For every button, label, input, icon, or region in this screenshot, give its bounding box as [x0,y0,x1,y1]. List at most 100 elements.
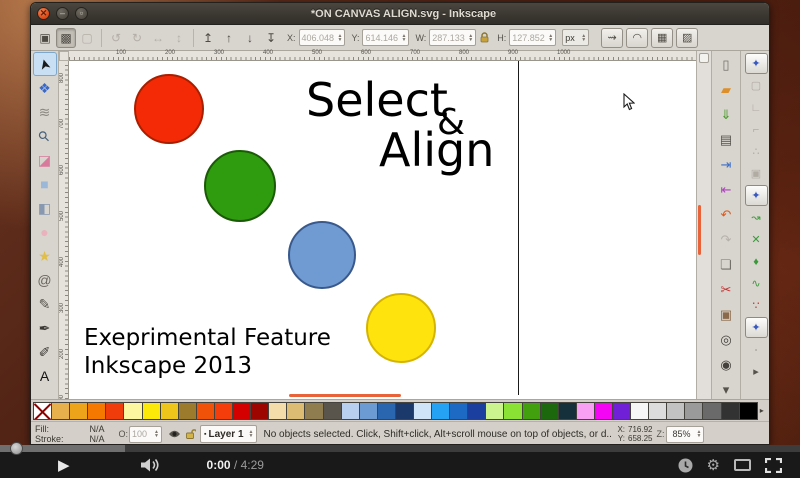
stroke-value[interactable]: N/A [90,434,105,444]
palette-swatch-0[interactable] [33,402,52,420]
copy-button[interactable]: ❏ [714,253,738,277]
select-all-in-layers-button[interactable]: ▩ [56,28,76,48]
units-dropdown[interactable]: px ▲▼ [562,29,589,46]
layer-dropdown[interactable]: ▪ Layer 1 ▲▼ [200,425,257,443]
palette-swatch-5[interactable] [123,402,142,420]
fullscreen-icon[interactable] [765,458,782,473]
canvas-text-select[interactable]: Select [306,77,448,123]
palette-swatch-30[interactable] [576,402,595,420]
affect-corner-scale-button[interactable]: ◠ [626,28,648,48]
snap-cusp-nodes-button[interactable]: ♦ [745,251,768,272]
snap-enable-button[interactable]: ✦ [745,53,768,74]
window-close-button[interactable]: ✕ [37,7,50,20]
calligraphy-tool-button[interactable]: ✐ [33,340,57,364]
h-field[interactable]: 127.852 ▲▼ [509,29,556,46]
pencil-tool-button[interactable]: ✎ [33,292,57,316]
vertical-scrollbar[interactable] [696,51,711,399]
snap-bbox-edges-button[interactable]: ∟ [745,97,768,118]
red-circle[interactable] [134,74,204,144]
video-progress-bar[interactable] [0,445,800,452]
palette-swatch-37[interactable] [702,402,721,420]
palette-swatch-11[interactable] [232,402,251,420]
canvas-text-caption1[interactable]: Exeprimental Feature [84,327,331,350]
flip-vertical-button[interactable]: ↕ [169,28,189,48]
zoom-to-drawing-button[interactable]: ◎ [714,328,738,352]
h-spinner[interactable]: ▲▼ [548,34,553,42]
snap-nodes-button[interactable]: ✦ [745,185,768,206]
volume-icon[interactable] [140,457,162,473]
export-bitmap-button[interactable]: ⇤ [714,178,738,202]
y-field[interactable]: 614.146 ▲▼ [362,29,409,46]
palette-swatch-7[interactable] [160,402,179,420]
window-minimize-button[interactable]: – [56,7,69,20]
palette-swatch-35[interactable] [666,402,685,420]
palette-swatch-13[interactable] [268,402,287,420]
palette-swatch-38[interactable] [721,402,740,420]
save-document-button[interactable]: ⇓ [714,103,738,127]
print-document-button[interactable]: ▤ [714,128,738,152]
selector-tool-button[interactable]: ➤ [33,52,57,76]
canvas-text-align[interactable]: Align [379,127,494,173]
spiral-tool-button[interactable]: @ [33,268,57,292]
select-all-button[interactable]: ▣ [35,28,55,48]
theater-mode-icon[interactable] [734,459,751,471]
window-titlebar[interactable]: ✕ – ▫ *ON CANVAS ALIGN.svg - Inkscape [31,3,769,25]
green-circle[interactable] [204,150,276,222]
palette-swatch-25[interactable] [485,402,504,420]
palette-swatch-22[interactable] [431,402,450,420]
affect-pattern-move-button[interactable]: ▨ [676,28,698,48]
palette-swatch-36[interactable] [684,402,703,420]
eraser-tool-button[interactable]: ◪ [33,148,57,172]
palette-swatch-9[interactable] [196,402,215,420]
palette-swatch-18[interactable] [359,402,378,420]
palette-swatch-31[interactable] [594,402,613,420]
palette-swatch-12[interactable] [250,402,269,420]
rectangle-tool-button[interactable]: ■ [33,172,57,196]
palette-swatch-34[interactable] [648,402,667,420]
layer-unlock-icon[interactable] [185,428,196,440]
vertical-scrollbar-thumb[interactable] [698,205,701,255]
flip-horizontal-button[interactable]: ↔ [148,28,168,48]
pen-tool-button[interactable]: ✒ [33,316,57,340]
snap-path-intersections-button[interactable]: ✕ [745,229,768,250]
watch-later-icon[interactable] [678,458,693,473]
palette-swatch-19[interactable] [377,402,396,420]
layer-visibility-eye-icon[interactable] [168,429,181,439]
undo-button[interactable]: ↶ [714,203,738,227]
snap-bbox-button[interactable]: ▢ [745,75,768,96]
palette-swatch-10[interactable] [214,402,233,420]
paste-button[interactable]: ▣ [714,303,738,327]
palette-swatch-1[interactable] [51,402,70,420]
zoom-tool-button[interactable]: ⚲ [33,124,57,148]
yellow-circle[interactable] [366,293,436,363]
rotate-cw-button[interactable]: ↻ [127,28,147,48]
snap-smooth-nodes-button[interactable]: ∿ [745,273,768,294]
lower-button[interactable]: ↓ [240,28,260,48]
snap-bbox-corners-button[interactable]: ⌐ [745,119,768,140]
snap-overflow-button[interactable]: ▸ [745,361,768,382]
affect-gradient-move-button[interactable]: ▦ [651,28,673,48]
node-editor-tool-button[interactable]: ❖ [33,76,57,100]
palette-swatch-3[interactable] [87,402,106,420]
raise-button[interactable]: ↑ [219,28,239,48]
x-field[interactable]: 406.048 ▲▼ [299,29,346,46]
snap-bbox-centers-button[interactable]: ▣ [745,163,768,184]
settings-gear-icon[interactable]: ⚙ [707,456,720,474]
deselect-button[interactable]: ▢ [77,28,97,48]
zoom-spinner[interactable]: ▲▼ [697,430,702,438]
canvas-text-caption2[interactable]: Inkscape 2013 [84,355,252,378]
palette-swatch-16[interactable] [323,402,342,420]
y-spinner[interactable]: ▲▼ [401,34,406,42]
layer-spinner[interactable]: ▲▼ [249,430,254,438]
ellipse-tool-button[interactable]: ● [33,220,57,244]
opacity-field[interactable]: 100 ▲▼ [129,426,162,443]
rotate-ccw-button[interactable]: ↺ [106,28,126,48]
palette-swatch-8[interactable] [178,402,197,420]
lock-ratio-icon[interactable] [479,32,490,44]
palette-swatch-39[interactable] [739,402,758,420]
snap-others-button[interactable]: ✦ [745,317,768,338]
import-bitmap-button[interactable]: ⇥ [714,153,738,177]
blue-circle[interactable] [288,221,356,289]
palette-swatch-20[interactable] [395,402,414,420]
snap-bbox-edge-midpoints-button[interactable]: ∴ [745,141,768,162]
